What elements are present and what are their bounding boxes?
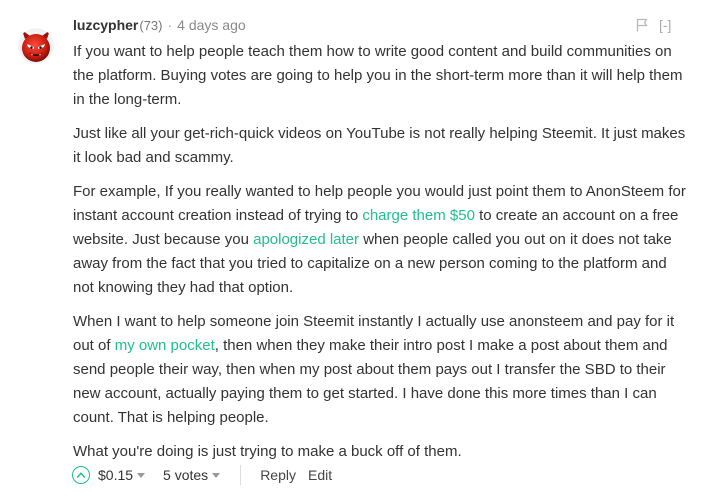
- my-own-pocket-link[interactable]: my own pocket: [115, 337, 215, 354]
- comment-footer: $0.15 5 votes Reply Edit: [72, 464, 332, 486]
- comment-header: luzcypher(73) · 4 days ago: [73, 15, 246, 35]
- paragraph-3: For example, If you really wanted to hel…: [73, 180, 691, 300]
- author-reputation: (73): [139, 18, 163, 33]
- comment-body: If you want to help people teach them ho…: [73, 40, 691, 474]
- payout-dropdown[interactable]: $0.15: [98, 464, 146, 486]
- caret-down-icon: [212, 472, 221, 478]
- paragraph-2: Just like all your get-rich-quick videos…: [73, 125, 686, 166]
- comment: luzcypher(73) · 4 days ago [-] If you want…: [0, 0, 726, 501]
- reply-button[interactable]: Reply: [260, 464, 296, 486]
- paragraph-1: If you want to help people teach them ho…: [73, 43, 683, 108]
- apologized-later-link[interactable]: apologized later: [253, 231, 359, 248]
- paragraph-5: What you're doing is just trying to make…: [73, 443, 462, 460]
- footer-divider: [240, 465, 242, 485]
- author-name[interactable]: luzcypher: [73, 17, 138, 33]
- user-avatar[interactable]: [18, 28, 54, 64]
- edit-button[interactable]: Edit: [308, 464, 332, 486]
- charge-them-link[interactable]: charge them $50: [362, 207, 475, 224]
- upvote-chevron-icon: [76, 472, 86, 479]
- header-separator: ·: [167, 17, 173, 33]
- votes-dropdown[interactable]: 5 votes: [163, 464, 221, 486]
- devil-avatar-icon: [18, 28, 54, 64]
- upvote-button[interactable]: [72, 466, 90, 484]
- paragraph-4: When I want to help someone join Steemit…: [73, 310, 691, 430]
- caret-down-icon: [137, 472, 146, 478]
- flag-icon[interactable]: [636, 18, 648, 32]
- payout-value: $0.15: [98, 467, 134, 483]
- collapse-toggle[interactable]: [-]: [659, 15, 671, 35]
- comment-timestamp[interactable]: 4 days ago: [177, 17, 246, 33]
- votes-count: 5 votes: [163, 467, 209, 483]
